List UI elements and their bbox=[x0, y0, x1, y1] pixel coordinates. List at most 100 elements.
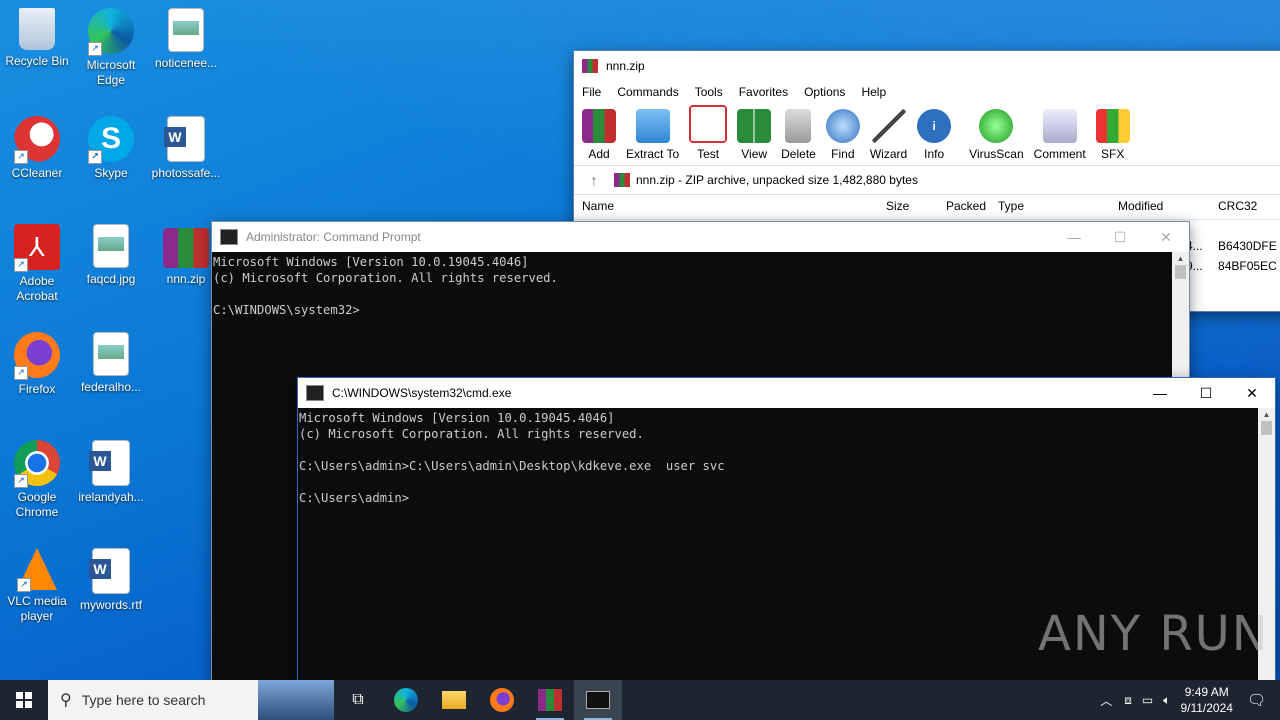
taskbar-firefox[interactable] bbox=[478, 680, 526, 720]
up-arrow-icon[interactable]: ↑ bbox=[574, 172, 614, 188]
virusscan-button[interactable]: VirusScan bbox=[969, 109, 1024, 165]
desktop-icon-firefox[interactable]: ↗ Firefox bbox=[0, 326, 74, 397]
image-file-icon bbox=[168, 8, 204, 52]
minimize-button[interactable]: — bbox=[1137, 378, 1183, 408]
desktop-icon-adobe-acrobat[interactable]: ⅄ ↗ Adobe Acrobat bbox=[0, 218, 74, 304]
column-packed[interactable]: Packed bbox=[946, 199, 986, 213]
magic-wand-icon bbox=[871, 109, 906, 143]
folder-icon bbox=[442, 691, 466, 709]
network-icon[interactable]: ▭ bbox=[1142, 693, 1153, 707]
image-file-icon bbox=[93, 332, 129, 376]
trash-icon bbox=[785, 109, 812, 143]
desktop-icon-label: Skype bbox=[94, 166, 128, 180]
desktop-icon-edge[interactable]: ↗ Microsoft Edge bbox=[74, 2, 148, 88]
column-type[interactable]: Type bbox=[998, 199, 1024, 213]
column-crc32[interactable]: CRC32 bbox=[1218, 199, 1257, 213]
find-button[interactable]: Find bbox=[825, 109, 860, 165]
scroll-up-icon[interactable]: ▲ bbox=[1258, 410, 1275, 419]
search-icon: ⚲ bbox=[60, 692, 72, 709]
start-button[interactable] bbox=[0, 680, 48, 720]
column-modified[interactable]: Modified bbox=[1118, 199, 1163, 213]
clock[interactable]: 9:49 AM 9/11/2024 bbox=[1180, 684, 1233, 716]
taskbar-cmd[interactable] bbox=[574, 680, 622, 720]
column-name[interactable]: Name bbox=[582, 199, 614, 213]
task-view-button[interactable]: ⧉ bbox=[334, 680, 382, 720]
wizard-button[interactable]: Wizard bbox=[870, 109, 907, 165]
scroll-up-icon[interactable]: ▲ bbox=[1172, 254, 1189, 263]
firefox-icon bbox=[490, 688, 514, 712]
cmd-titlebar[interactable]: C:\WINDOWS\system32\cmd.exe — ☐ ✕ bbox=[298, 378, 1275, 408]
firefox-icon: ↗ bbox=[14, 332, 60, 380]
winrar-titlebar[interactable]: nnn.zip bbox=[574, 51, 1280, 81]
volume-icon[interactable]: 🔈︎ bbox=[1163, 693, 1170, 708]
network-device-icon[interactable]: ⧈ bbox=[1124, 693, 1132, 708]
sfx-button[interactable]: SFX bbox=[1095, 109, 1130, 165]
desktop-icon-vlc[interactable]: ↗ VLC media player bbox=[0, 542, 74, 624]
archive-path: nnn.zip - ZIP archive, unpacked size 1,4… bbox=[636, 173, 918, 187]
book-icon bbox=[737, 109, 772, 143]
comment-button[interactable]: Comment bbox=[1034, 109, 1086, 165]
comment-icon bbox=[1042, 109, 1077, 143]
desktop-icon-label: CCleaner bbox=[11, 166, 63, 180]
desktop-icon-label: Google Chrome bbox=[15, 490, 59, 519]
table-row[interactable]: 4... B6430DFE bbox=[1186, 239, 1280, 253]
edge-icon: ↗ bbox=[88, 8, 134, 56]
extract-to-button[interactable]: Extract To bbox=[626, 109, 679, 165]
test-button[interactable]: Test bbox=[689, 105, 728, 165]
add-button[interactable]: Add bbox=[582, 109, 616, 165]
info-button[interactable]: i Info bbox=[917, 109, 952, 165]
desktop-icon-photossafe[interactable]: W photossafe... bbox=[149, 110, 223, 181]
taskbar-file-explorer[interactable] bbox=[430, 680, 478, 720]
file-list-header: Name Size Packed Type Modified CRC32 bbox=[574, 195, 1280, 220]
windows-logo-icon bbox=[16, 692, 32, 708]
menu-favorites[interactable]: Favorites bbox=[739, 85, 788, 99]
desktop-icon-noticenee[interactable]: noticenee... bbox=[149, 2, 223, 71]
chevron-up-icon[interactable]: ︿ bbox=[1100, 692, 1112, 709]
notifications-icon[interactable]: 🗨︎ bbox=[1247, 691, 1266, 709]
desktop-icon-label: mywords.rtf bbox=[79, 598, 142, 612]
winrar-pathbar: ↑ nnn.zip - ZIP archive, unpacked size 1… bbox=[574, 166, 1280, 195]
menu-tools[interactable]: Tools bbox=[695, 85, 723, 99]
desktop-icon-irelandyah[interactable]: W irelandyah... bbox=[74, 434, 148, 505]
menu-options[interactable]: Options bbox=[804, 85, 845, 99]
cmd-window[interactable]: C:\WINDOWS\system32\cmd.exe — ☐ ✕ Micros… bbox=[297, 377, 1276, 683]
winrar-icon bbox=[538, 689, 562, 711]
view-button[interactable]: View bbox=[737, 109, 772, 165]
info-icon: i bbox=[917, 109, 952, 143]
column-size[interactable]: Size bbox=[886, 199, 909, 213]
scroll-thumb[interactable] bbox=[1175, 265, 1186, 279]
maximize-button[interactable]: ☐ bbox=[1183, 378, 1229, 408]
scroll-thumb[interactable] bbox=[1261, 421, 1272, 435]
desktop-icon-federalho[interactable]: federalho... bbox=[74, 326, 148, 395]
desktop-icon-skype[interactable]: S ↗ Skype bbox=[74, 110, 148, 181]
table-row[interactable]: 9... 84BF05EC bbox=[1186, 259, 1280, 273]
desktop-icon-faqcd[interactable]: faqcd.jpg bbox=[74, 218, 148, 287]
desktop-icon-label: photossafe... bbox=[151, 166, 221, 180]
desktop-icon-recycle-bin[interactable]: Recycle Bin bbox=[0, 2, 74, 69]
virus-icon bbox=[979, 109, 1014, 143]
desktop-icon-label: faqcd.jpg bbox=[86, 272, 136, 286]
zip-icon bbox=[614, 173, 630, 187]
desktop-icon-ccleaner[interactable]: ↗ CCleaner bbox=[0, 110, 74, 181]
search-box[interactable]: ⚲ Type here to search bbox=[48, 680, 334, 720]
close-button[interactable]: ✕ bbox=[1143, 222, 1189, 252]
desktop-icon-label: irelandyah... bbox=[78, 490, 144, 504]
desktop-icon-mywords[interactable]: W mywords.rtf bbox=[74, 542, 148, 613]
word-doc-icon: W bbox=[164, 116, 205, 162]
taskbar-edge[interactable] bbox=[382, 680, 430, 720]
task-view-icon: ⧉ bbox=[352, 691, 364, 708]
winrar-archive-icon bbox=[163, 228, 209, 268]
admin-cmd-titlebar[interactable]: Administrator: Command Prompt — ☐ ✕ bbox=[212, 222, 1189, 252]
menu-help[interactable]: Help bbox=[861, 85, 886, 99]
maximize-button[interactable]: ☐ bbox=[1097, 222, 1143, 252]
chrome-icon: ↗ bbox=[14, 440, 60, 488]
menu-commands[interactable]: Commands bbox=[617, 85, 678, 99]
desktop-icon-chrome[interactable]: ↗ Google Chrome bbox=[0, 434, 74, 520]
minimize-button[interactable]: — bbox=[1051, 222, 1097, 252]
menu-file[interactable]: File bbox=[582, 85, 601, 99]
window-title: C:\WINDOWS\system32\cmd.exe bbox=[332, 386, 512, 400]
close-button[interactable]: ✕ bbox=[1229, 378, 1275, 408]
delete-button[interactable]: Delete bbox=[781, 109, 816, 165]
cmd-icon bbox=[306, 385, 324, 401]
taskbar-winrar[interactable] bbox=[526, 680, 574, 720]
